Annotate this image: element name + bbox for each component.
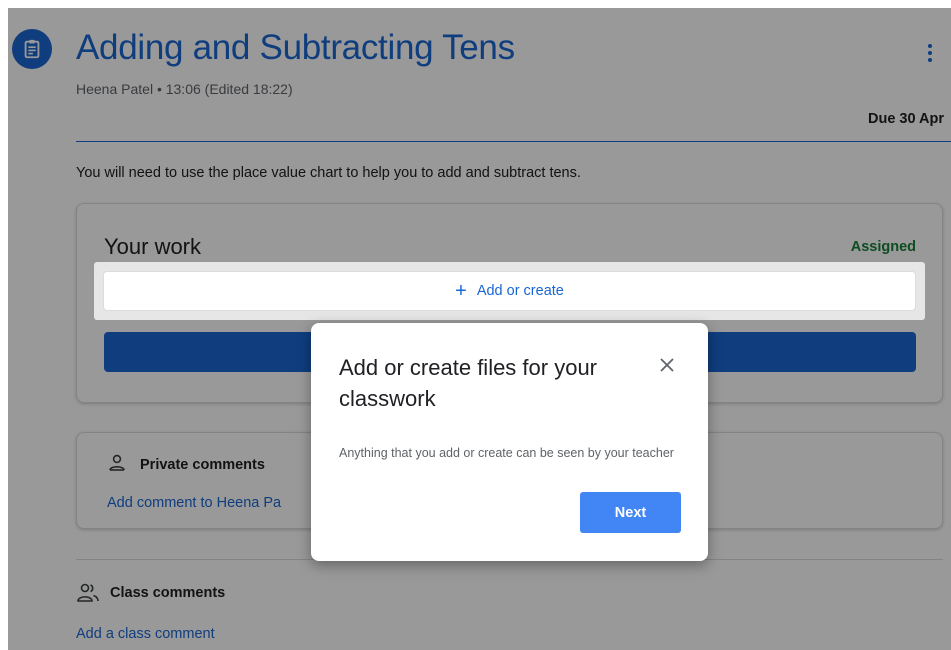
page-top-margin [0,0,951,8]
add-files-dialog: Add or create files for your classwork A… [311,323,708,561]
page-left-margin [0,0,8,650]
plus-icon: + [455,280,467,302]
dialog-body: Anything that you add or create can be s… [339,446,674,460]
dialog-title: Add or create files for your classwork [339,355,598,411]
next-button[interactable]: Next [580,492,681,533]
close-icon[interactable] [657,355,677,375]
add-or-create-label: Add or create [476,283,564,299]
add-or-create-button[interactable]: + Add or create [103,271,916,311]
